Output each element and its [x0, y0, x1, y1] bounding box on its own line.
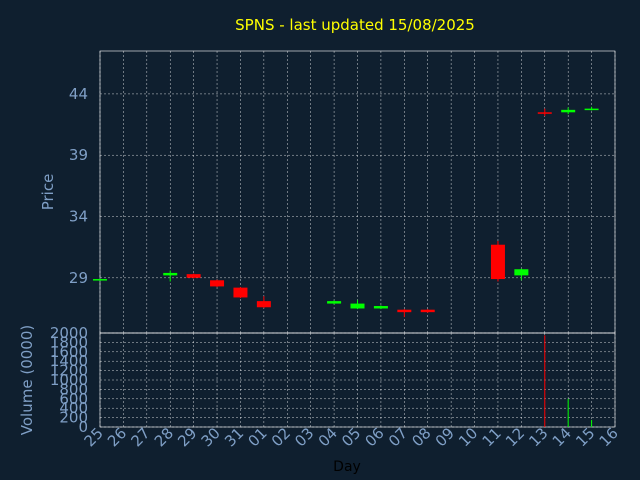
candle-body [584, 108, 599, 111]
candle-body [163, 272, 178, 276]
x-tick-label: 26 [104, 424, 130, 450]
x-tick-label: 28 [151, 424, 177, 450]
candle [350, 299, 365, 310]
x-tick-label: 08 [408, 424, 434, 450]
candle-body [93, 279, 107, 281]
candle [210, 279, 225, 288]
x-tick-label: 12 [502, 424, 528, 450]
price-tick-label: 29 [69, 269, 88, 287]
candle [186, 273, 201, 279]
x-tick-label: 15 [572, 424, 598, 450]
x-tick-label: 02 [268, 424, 294, 450]
candle [327, 300, 342, 305]
price-tick-label: 44 [69, 85, 88, 103]
x-tick-label: 01 [244, 424, 270, 450]
candle-body [350, 303, 365, 309]
x-tick-label: 10 [455, 424, 481, 450]
price-tick-label: 34 [69, 208, 88, 226]
candle [163, 270, 178, 282]
x-tick-label: 06 [362, 424, 388, 450]
x-tick-label: 27 [127, 424, 153, 450]
candle-body [373, 306, 388, 309]
candle-body [514, 269, 529, 276]
candle-body [561, 109, 576, 113]
candle [373, 305, 388, 310]
x-axis-label: Day [333, 459, 361, 475]
x-tick-label: 09 [432, 424, 458, 450]
candle [514, 268, 529, 281]
x-tick-label: 29 [174, 424, 200, 450]
volume-tick-label: 2000 [50, 324, 88, 342]
candle-body [256, 301, 271, 308]
x-tick-label: 03 [291, 424, 317, 450]
candle-body [327, 301, 342, 304]
price-tick-label: 39 [69, 146, 88, 164]
candle [420, 309, 435, 313]
candle [561, 107, 576, 115]
x-tick-label: 05 [338, 424, 364, 450]
price-plot [93, 106, 599, 318]
candle [490, 241, 505, 282]
price-grid [99, 50, 616, 334]
candle-body [537, 112, 552, 114]
price-axis-label: Price [39, 174, 57, 211]
candle-body [210, 280, 225, 287]
x-tick-label: 30 [198, 424, 224, 450]
candle-body [420, 309, 435, 313]
chart-title: SPNS - last updated 15/08/2025 [235, 16, 475, 34]
candle [233, 287, 248, 299]
axis-ticks: 2934394402004006008001000120014001600180… [50, 85, 622, 450]
candle [93, 278, 107, 281]
x-tick-label: 04 [315, 424, 341, 450]
x-tick-label: 11 [479, 424, 505, 450]
candle-body [186, 274, 201, 278]
candle [584, 106, 599, 111]
volume-grid [99, 332, 616, 428]
x-tick-label: 07 [385, 424, 411, 450]
candle-body [490, 244, 505, 280]
candle-body [397, 309, 412, 313]
x-tick-label: 13 [525, 424, 551, 450]
x-tick-label: 31 [221, 424, 247, 450]
x-tick-label: 16 [596, 424, 622, 450]
x-tick-label: 14 [549, 424, 575, 450]
candle [397, 309, 412, 318]
candle-body [233, 287, 248, 298]
candle [256, 296, 271, 308]
stock-chart: SPNS - last updated 15/08/2025 Price Vol… [18, 16, 622, 475]
candle [537, 108, 552, 116]
volume-axis-label: Volume (0000) [18, 325, 36, 435]
